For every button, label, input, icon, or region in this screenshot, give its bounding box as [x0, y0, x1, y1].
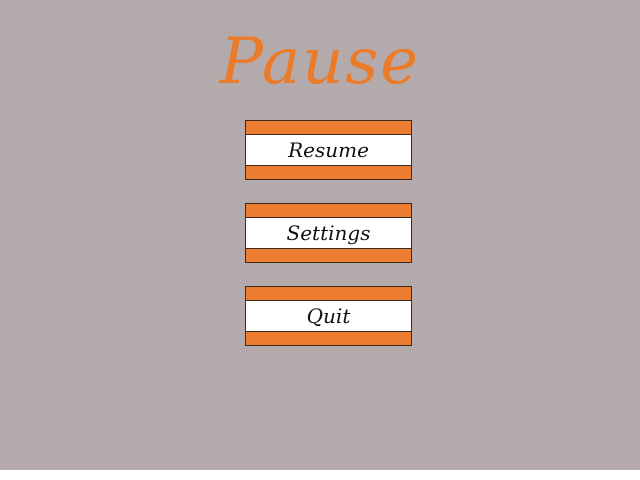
quit-button[interactable]: Quit [245, 286, 412, 346]
quit-button-band: Quit [246, 300, 411, 332]
quit-button-label: Quit [306, 304, 351, 328]
resume-button[interactable]: Resume [245, 120, 412, 180]
pause-screen: Pause Resume Settings Quit [0, 0, 640, 470]
settings-button-band: Settings [246, 217, 411, 249]
resume-button-label: Resume [288, 138, 369, 162]
settings-button[interactable]: Settings [245, 203, 412, 263]
pause-title: Pause [219, 25, 421, 99]
settings-button-label: Settings [286, 221, 371, 245]
resume-button-band: Resume [246, 134, 411, 166]
